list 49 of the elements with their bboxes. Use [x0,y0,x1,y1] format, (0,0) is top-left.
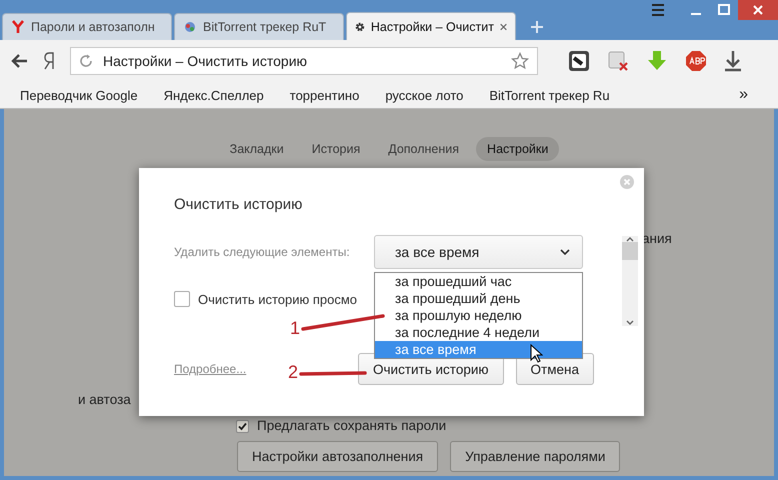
close-icon[interactable] [738,0,778,20]
annotation-number: 2 [288,362,298,383]
star-icon[interactable] [511,52,529,70]
scrollbar[interactable] [622,236,638,326]
extension-icon[interactable] [568,50,590,72]
torrent-icon [183,20,197,34]
checkbox-label: Предлагать сохранять пароли [257,418,446,434]
checkbox[interactable] [174,291,190,307]
nav-tab[interactable]: Закладки [218,137,295,161]
nav-tab[interactable]: Настройки [476,137,560,161]
more-link[interactable]: Подробнее... [174,362,246,376]
more-bookmarks[interactable]: » [739,86,748,104]
scroll-thumb[interactable] [622,242,638,260]
yandex-logo-icon[interactable] [42,52,56,70]
checkbox-label: Очистить историю просмо [198,292,358,306]
dropdown-option[interactable]: за последние 4 недели [375,324,582,341]
adblock-icon[interactable] [685,50,707,72]
address-field[interactable]: Настройки – Очистить историю [70,47,538,75]
nav-tab[interactable]: Дополнения [377,137,470,161]
back-arrow-icon[interactable] [10,53,28,69]
browser-tab[interactable]: Пароли и автозаполн [2,13,172,40]
page-cross-icon[interactable] [607,50,629,72]
caret-icon [560,249,570,255]
nav-tab[interactable]: История [300,137,372,161]
close-icon[interactable] [500,22,507,32]
browser-tab[interactable]: Настройки – Очистит [346,12,516,40]
section-text: и автоза [78,392,131,407]
dropdown-option[interactable]: за прошлую неделю [375,307,582,324]
browser-tab[interactable]: BitTorrent трекер RuT [174,13,344,40]
bookmark[interactable]: BitTorrent трекер Ru [489,88,610,102]
settings-button[interactable]: Настройки автозаполнения [237,441,438,472]
scroll-up-icon[interactable] [626,236,634,242]
dropdown-option[interactable]: за прошедший час [375,273,582,290]
reload-icon[interactable] [79,54,93,68]
letter-y-icon [11,20,25,34]
checkbox[interactable] [236,420,249,432]
period-dropdown[interactable]: за все время [374,235,583,269]
bookmark[interactable]: Переводчик Google [20,88,138,102]
bookmark[interactable]: русское лото [385,88,464,102]
download-icon[interactable] [724,50,742,72]
settings-button[interactable]: Управление паролями [450,441,620,472]
field-label: Удалить следующие элементы: [174,245,351,259]
scroll-down-icon[interactable] [626,320,634,326]
bookmark[interactable]: торрентино [290,88,360,102]
dialog-title: Очистить историю [174,196,304,213]
annotation-number: 1 [290,318,300,339]
plus-icon[interactable] [530,20,544,34]
bookmark[interactable]: Яндекс.Спеллер [164,88,264,102]
dropdown-option[interactable]: за прошедший день [375,290,582,307]
